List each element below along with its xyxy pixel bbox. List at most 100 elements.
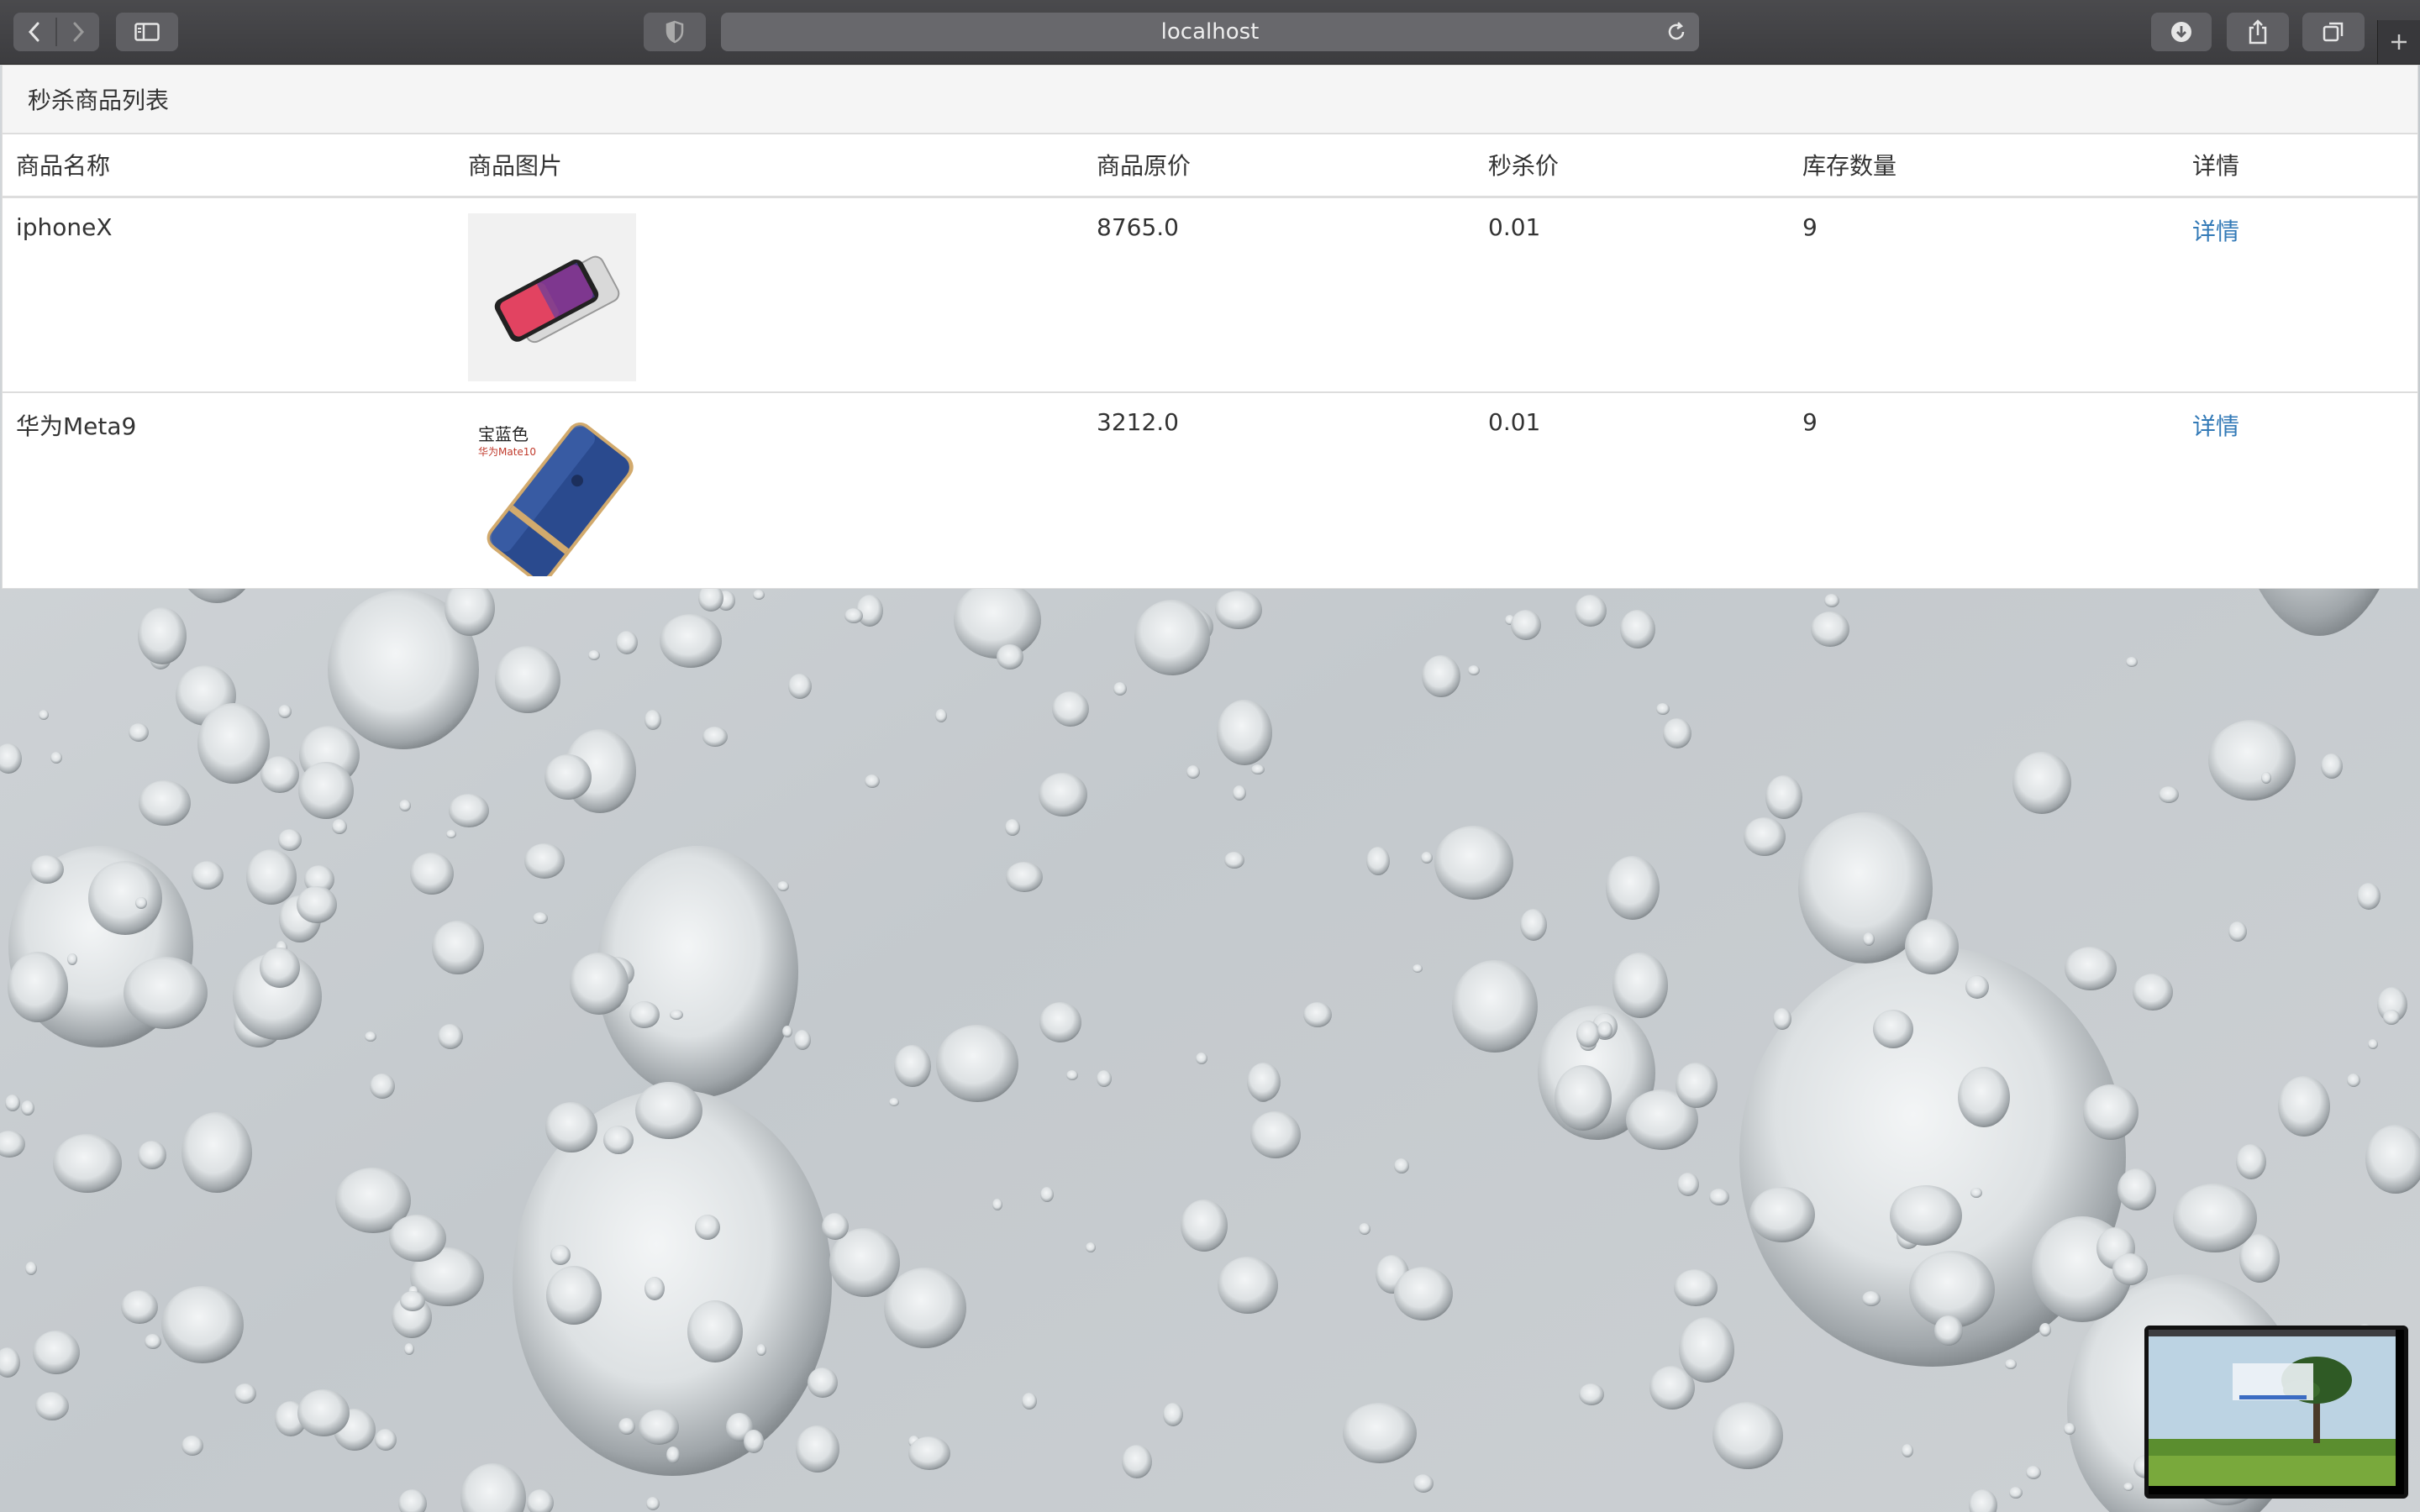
water-drop xyxy=(1005,819,1020,836)
water-drop xyxy=(2159,786,2179,803)
water-drop xyxy=(1934,1315,1963,1346)
reload-icon[interactable] xyxy=(1664,19,1689,45)
column-header-stock: 库存数量 xyxy=(1789,134,2179,198)
water-drop xyxy=(1218,1257,1278,1314)
water-drop xyxy=(1890,1185,1962,1246)
water-drop xyxy=(2208,720,2296,801)
water-drop xyxy=(192,861,224,890)
water-drop xyxy=(1902,1444,1913,1457)
water-drop xyxy=(1022,1393,1037,1410)
goods-name: 华为Meta9 xyxy=(16,412,137,440)
water-drop xyxy=(808,1368,838,1398)
water-drop xyxy=(246,849,297,905)
water-drop xyxy=(639,1410,679,1445)
water-drop xyxy=(182,1112,252,1193)
detail-link[interactable]: 详情 xyxy=(2192,218,2239,245)
water-drop xyxy=(1359,1223,1370,1235)
nav-buttons xyxy=(13,13,99,51)
address-bar[interactable]: localhost xyxy=(721,13,1699,51)
water-drop xyxy=(777,881,789,891)
water-drop xyxy=(182,1436,203,1456)
water-drop xyxy=(1217,700,1272,765)
water-drop xyxy=(753,590,765,600)
water-drop xyxy=(2126,657,2138,667)
water-drop xyxy=(2026,1466,2041,1479)
water-drop xyxy=(1612,953,1668,1018)
share-button[interactable] xyxy=(2227,13,2289,51)
column-header-image: 商品图片 xyxy=(455,134,1083,198)
back-button[interactable] xyxy=(13,13,55,51)
water-drop xyxy=(1413,964,1423,973)
huawei-image-title: 宝蓝色 xyxy=(478,424,529,444)
water-drop xyxy=(603,1126,634,1154)
water-drop xyxy=(1215,591,1262,629)
water-drop xyxy=(135,897,147,909)
water-drop xyxy=(1233,785,1246,801)
water-drop xyxy=(2368,1039,2378,1049)
goods-name: iphoneX xyxy=(3,197,455,393)
water-drop xyxy=(1663,718,1691,748)
table-header-row: 商品名称 商品图片 商品原价 秒杀价 库存数量 详情 xyxy=(3,134,2417,198)
water-drop xyxy=(884,1268,966,1348)
water-drop xyxy=(1303,1002,1332,1027)
goods-image-cell: 宝蓝色 华为Mate10 xyxy=(455,392,1083,588)
water-drop xyxy=(1862,1291,1881,1306)
water-drop xyxy=(644,1277,665,1300)
water-drop xyxy=(822,1213,849,1240)
water-drop xyxy=(1749,1187,1815,1242)
downloads-button[interactable] xyxy=(2151,13,2212,51)
water-drop xyxy=(332,819,347,834)
water-drop xyxy=(1873,1010,1913,1048)
water-drop xyxy=(410,853,454,895)
iphonex-image xyxy=(468,213,636,381)
water-drop xyxy=(446,830,456,838)
water-drop xyxy=(21,1100,34,1116)
detail-cell: 详情 xyxy=(2179,392,2417,588)
stock-count: 9 xyxy=(1789,197,2179,393)
water-drop xyxy=(145,1334,161,1349)
water-drop xyxy=(1824,594,1839,607)
water-drop xyxy=(544,754,592,800)
seckill-price: 0.01 xyxy=(1475,197,1789,393)
water-drop xyxy=(865,774,880,788)
water-drop xyxy=(438,1024,463,1049)
water-drop xyxy=(1597,1021,1612,1038)
water-drop xyxy=(1679,1317,1734,1383)
water-drop xyxy=(1620,610,1655,648)
water-drop xyxy=(449,794,489,827)
water-drop xyxy=(1186,765,1200,779)
forward-button[interactable] xyxy=(57,13,99,51)
water-drop xyxy=(756,1344,766,1356)
water-drop xyxy=(278,829,302,851)
water-drop xyxy=(2357,883,2381,910)
water-drop xyxy=(260,756,299,793)
water-drop xyxy=(570,953,629,1015)
column-header-detail: 详情 xyxy=(2179,134,2417,198)
water-drop xyxy=(124,957,208,1029)
window-preview-thumbnail[interactable] xyxy=(2144,1326,2408,1499)
water-drop xyxy=(1811,612,1849,647)
sidebar-button[interactable] xyxy=(116,13,178,51)
water-drop xyxy=(1744,817,1786,856)
tabs-overview-button[interactable] xyxy=(2302,13,2365,51)
water-drop xyxy=(1113,682,1127,696)
water-drop xyxy=(2009,1487,2023,1499)
new-tab-button[interactable] xyxy=(2377,20,2420,64)
water-drop xyxy=(794,1030,811,1050)
water-drop xyxy=(35,1392,69,1420)
download-icon xyxy=(2171,22,2191,42)
water-drop xyxy=(129,723,149,742)
water-drop xyxy=(1006,862,1043,892)
water-drop xyxy=(1965,975,1989,999)
water-drop xyxy=(1097,1070,1112,1087)
water-drop xyxy=(1343,1403,1417,1463)
share-icon xyxy=(2249,19,2267,45)
water-drop xyxy=(1863,932,1875,946)
water-drop xyxy=(644,710,661,730)
huawei-image-subtitle: 华为Mate10 xyxy=(478,446,536,458)
privacy-button[interactable] xyxy=(644,13,706,51)
water-drop xyxy=(992,1199,1002,1210)
detail-link[interactable]: 详情 xyxy=(2192,412,2239,440)
water-drop xyxy=(2123,1483,2133,1491)
column-header-seckill-price: 秒杀价 xyxy=(1475,134,1789,198)
